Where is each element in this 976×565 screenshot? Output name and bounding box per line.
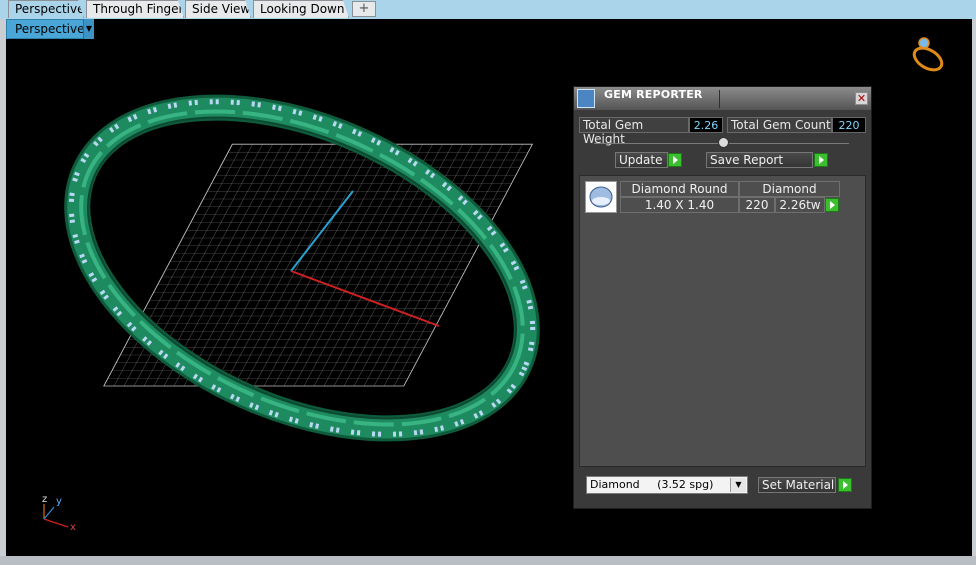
view-label: Perspective <box>15 22 85 36</box>
set-material-label: Set Material <box>762 478 835 492</box>
diamond-gem-icon <box>585 181 617 213</box>
update-label: Update <box>619 153 663 167</box>
panel-titlebar[interactable]: GEM REPORTER ✕ <box>574 87 871 110</box>
gem-reporter-icon <box>577 89 595 108</box>
save-report-label: Save Report <box>710 153 784 167</box>
view-navigator-icon[interactable] <box>911 37 946 74</box>
chevron-down-icon[interactable]: ▼ <box>83 19 94 39</box>
axis-z-label: z <box>42 494 47 505</box>
panel-title: GEM REPORTER <box>604 88 703 101</box>
total-gem-weight-value: 2.26 <box>689 117 723 133</box>
gem-list: Diamond Round Diamond 1.40 X 1.40 220 2.… <box>579 175 866 467</box>
gem-row-go-icon[interactable] <box>825 198 839 212</box>
set-material-button[interactable]: Set Material <box>758 477 836 493</box>
axis-y-label: y <box>56 496 62 507</box>
tab-label: Through Finger <box>93 2 184 16</box>
update-button[interactable]: Update <box>615 152 668 168</box>
chevron-down-icon[interactable]: ▼ <box>730 478 746 492</box>
set-material-go-icon[interactable] <box>838 478 852 492</box>
gem-count-cell: 220 <box>739 197 775 213</box>
slider-handle[interactable] <box>718 137 729 148</box>
save-report-go-icon[interactable] <box>814 153 828 167</box>
tab-perspective[interactable]: Perspective <box>8 0 84 18</box>
right-frame <box>972 19 976 556</box>
gem-material-cell: Diamond <box>739 181 840 197</box>
total-gem-count-label: Total Gem Count <box>727 117 832 133</box>
tab-label: Side View <box>192 2 251 16</box>
plus-icon[interactable]: + <box>352 1 376 17</box>
total-gem-count-value: 220 <box>832 117 866 133</box>
axis-indicator: z y x <box>42 494 76 533</box>
close-icon[interactable]: ✕ <box>855 92 868 105</box>
total-gem-weight-label: Total Gem Weight <box>579 117 689 146</box>
tab-looking-down[interactable]: Looking Down <box>253 0 349 18</box>
material-select-value: Diamond (3.52 spg) <box>590 478 714 491</box>
view-tab-bar: Perspective Through Finger Side View Loo… <box>0 0 976 19</box>
status-bar <box>0 556 976 565</box>
gem-weight-cell: 2.26tw <box>775 197 825 213</box>
gem-shape <box>589 186 613 208</box>
tab-through-finger[interactable]: Through Finger <box>86 0 184 18</box>
material-select[interactable]: Diamond (3.52 spg) ▼ <box>586 476 748 494</box>
gem-reporter-panel: GEM REPORTER ✕ Total Gem Weight 2.26 Tot… <box>573 86 872 509</box>
save-report-button[interactable]: Save Report <box>706 152 813 168</box>
gem-cut-cell: Diamond Round <box>620 181 739 197</box>
title-divider <box>719 90 720 108</box>
axis-x-label: x <box>70 522 76 533</box>
tab-side-view[interactable]: Side View <box>185 0 251 18</box>
tab-label: Perspective <box>15 2 85 16</box>
gem-size-cell: 1.40 X 1.40 <box>620 197 739 213</box>
view-selector-button[interactable]: Perspective <box>6 19 94 39</box>
update-go-icon[interactable] <box>668 153 682 167</box>
tab-label: Looking Down <box>260 2 345 16</box>
